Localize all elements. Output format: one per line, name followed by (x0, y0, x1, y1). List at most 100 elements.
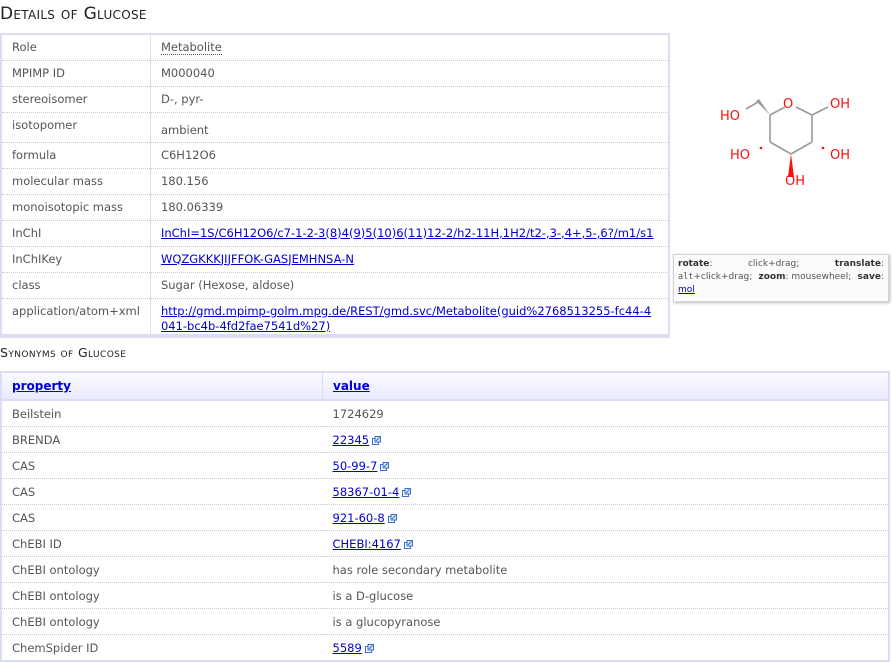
details-value-cell: Sugar (Hexose, aldose) (150, 272, 669, 299)
details-value[interactable]: Metabolite (160, 40, 222, 55)
wedge-bond (756, 99, 770, 115)
zoom-label: zoom (758, 272, 786, 282)
details-table: Role Metabolite MPIMP ID M000040 stereoisome… (0, 33, 670, 338)
rotate-label: rotate (678, 259, 710, 269)
synonym-row: ChEBI ontology has role secondary metabol… (1, 556, 889, 583)
synonym-value-link[interactable]: CHEBI:4167 (333, 537, 401, 551)
details-row: formula C6H12O6 (1, 142, 669, 169)
synonym-value-cell: 50-99-7 (322, 452, 889, 479)
synonym-value-link[interactable]: 5589 (333, 641, 362, 655)
synonym-value-cell: 5589 (322, 634, 889, 662)
save-label: save (857, 272, 881, 282)
details-row: InChIKey WQZGKKKJIJFFOK-GASJEMHNSA-N (1, 246, 669, 273)
sort-value-link[interactable]: value (333, 379, 370, 393)
details-title: Details of Glucose (0, 4, 147, 24)
synonym-property: CAS (1, 504, 323, 531)
details-value-cell: http://gmd.mpimp-golm.mpg.de/REST/gmd.sv… (150, 298, 669, 336)
synonym-value-cell: has role secondary metabolite (322, 556, 889, 583)
ho-label: HO (720, 109, 740, 124)
synonym-row: CAS 921-60-8 (1, 504, 889, 531)
translate-value: +click+drag; (693, 272, 753, 282)
details-value: ambient (160, 122, 209, 137)
oh-label: OH (830, 97, 850, 112)
zoom-value: mousewheel; (791, 272, 852, 282)
details-row: monoisotopic mass 180.06339 (1, 194, 669, 221)
bond (795, 106, 813, 116)
synonym-value-cell: 22345 (322, 426, 889, 453)
external-link-icon (372, 435, 382, 445)
column-header-property[interactable]: property (1, 372, 323, 401)
details-value-cell: 180.156 (150, 168, 669, 195)
details-key: Role (1, 34, 151, 61)
synonym-value-link[interactable]: 58367-01-4 (333, 485, 400, 499)
details-value-cell: Metabolite (150, 34, 669, 61)
synonym-value-link[interactable]: 22345 (333, 433, 370, 447)
details-value-cell: InChI=1S/C6H12O6/c7-1-2-3(8)4(9)5(10)6(1… (150, 220, 669, 247)
synonym-value-link[interactable]: 921-60-8 (333, 511, 385, 525)
details-value: 180.156 (160, 173, 209, 188)
details-row: isotopomer ambient (1, 112, 669, 143)
bond (811, 106, 829, 116)
details-key: application/atom+xml (1, 298, 151, 336)
molecule-viewer[interactable]: O OH HO HO OH OH (690, 78, 880, 198)
synonym-property: CAS (1, 478, 323, 505)
synonym-value-link[interactable]: 50-99-7 (333, 459, 378, 473)
synonym-row: Beilstein 1724629 (1, 400, 889, 427)
details-value-cell: ambient (150, 112, 669, 143)
external-link-icon (380, 461, 390, 471)
details-value-cell: M000040 (150, 60, 669, 87)
details-key: formula (1, 142, 151, 169)
synonym-row: ChemSpider ID 5589 (1, 634, 889, 662)
synonym-property: ChEBI ID (1, 530, 323, 557)
save-mol-link[interactable]: mol (678, 285, 695, 295)
synonym-row: CAS 58367-01-4 (1, 478, 889, 505)
external-link-icon (387, 513, 397, 523)
synonym-value-cell: 1724629 (322, 400, 889, 427)
synonym-property: Beilstein (1, 400, 323, 427)
hash-bond (821, 146, 825, 150)
details-row: application/atom+xml http://gmd.mpimp-gol… (1, 298, 669, 336)
sort-property-link[interactable]: property (12, 379, 71, 393)
details-row: InChI InChI=1S/C6H12O6/c7-1-2-3(8)4(9)5(1… (1, 220, 669, 247)
bond (769, 141, 792, 155)
synonym-property: CAS (1, 452, 323, 479)
bond (745, 101, 759, 110)
details-key: stereoisomer (1, 86, 151, 113)
synonym-property: ChEBI ontology (1, 582, 323, 609)
synonym-value-cell: 58367-01-4 (322, 478, 889, 505)
translate-key: alt (678, 272, 694, 282)
synonym-row: ChEBI ontology is a D-glucose (1, 582, 889, 609)
ho-label: HO (730, 148, 750, 163)
hash-bond (759, 146, 763, 150)
details-key: isotopomer (1, 112, 151, 143)
synonym-value: is a glucopyranose (332, 614, 441, 629)
molecule-viewer-help: rotate: click+drag; translate: alt+click… (673, 254, 889, 302)
details-key: MPIMP ID (1, 60, 151, 87)
translate-label: translate (834, 259, 881, 269)
glucose-structure-image[interactable]: O OH HO HO OH OH (690, 78, 880, 198)
synonym-row: CAS 50-99-7 (1, 452, 889, 479)
external-link-icon (402, 487, 412, 497)
ring-oxygen-label: O (783, 97, 793, 112)
details-key: molecular mass (1, 168, 151, 195)
details-value-link[interactable]: WQZGKKKJIJFFOK-GASJEMHNSA-N (161, 252, 354, 266)
synonym-property: BRENDA (1, 426, 323, 453)
details-value-cell: D-, pyr- (150, 86, 669, 113)
details-value: 180.06339 (160, 199, 224, 214)
synonym-property: ChemSpider ID (1, 634, 323, 662)
bond (790, 141, 813, 155)
external-link-icon (364, 643, 374, 653)
synonym-value: 1724629 (332, 406, 384, 421)
details-value-cell: C6H12O6 (150, 142, 669, 169)
details-value-link[interactable]: http://gmd.mpimp-golm.mpg.de/REST/gmd.sv… (161, 304, 658, 334)
oh-label: OH (785, 174, 805, 189)
synonym-value-cell: is a glucopyranose (322, 608, 889, 635)
details-value: C6H12O6 (160, 147, 216, 162)
column-header-value[interactable]: value (322, 372, 889, 401)
details-value-cell: 180.06339 (150, 194, 669, 221)
synonym-value-cell: 921-60-8 (322, 504, 889, 531)
details-value: M000040 (160, 65, 215, 80)
oh-label: OH (830, 148, 850, 163)
details-value-link[interactable]: InChI=1S/C6H12O6/c7-1-2-3(8)4(9)5(10)6(1… (161, 226, 653, 240)
details-row: MPIMP ID M000040 (1, 60, 669, 87)
